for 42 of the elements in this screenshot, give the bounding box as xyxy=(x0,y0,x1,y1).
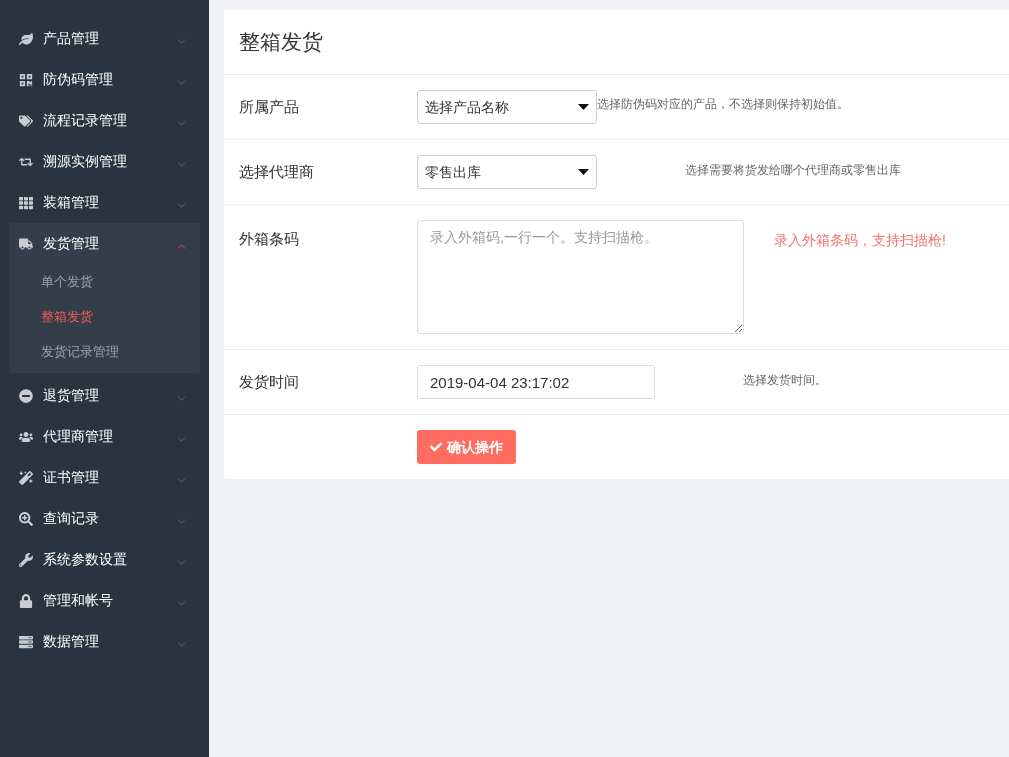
caret-down-icon xyxy=(578,104,589,110)
help-text: 选择需要将货发给哪个代理商或零售出库 xyxy=(685,162,901,179)
sidebar-item[interactable]: 退货管理 xyxy=(9,375,200,416)
page-title: 整箱发货 xyxy=(239,29,323,56)
sidebar-item[interactable]: 数据管理 xyxy=(9,621,200,662)
sidebar-item[interactable]: 装箱管理 xyxy=(9,182,200,223)
lock-icon xyxy=(19,593,33,608)
help-text: 录入外箱条码，支持扫描枪! xyxy=(774,231,946,250)
field-label: 选择代理商 xyxy=(239,161,315,182)
zoom-in-icon xyxy=(19,511,33,526)
sidebar-item[interactable]: 发货管理 xyxy=(9,223,200,264)
select-field[interactable]: 零售出库 xyxy=(417,155,597,189)
sidebar-item[interactable]: 产品管理 xyxy=(9,18,200,59)
grid-icon xyxy=(19,195,33,210)
help-text: 选择防伪码对应的产品，不选择则保持初始值。 xyxy=(597,96,849,113)
sidebar-item[interactable]: 查询记录 xyxy=(9,498,200,539)
users-icon xyxy=(19,429,33,444)
wrench-icon xyxy=(19,552,33,567)
tags-icon xyxy=(19,113,33,128)
sidebar-item[interactable]: 防伪码管理 xyxy=(9,59,200,100)
sidebar-item[interactable]: 溯源实例管理 xyxy=(9,141,200,182)
submenu-item[interactable]: 发货记录管理 xyxy=(9,334,200,369)
submenu-item[interactable]: 单个发货 xyxy=(9,264,200,299)
grid-squares-icon xyxy=(19,72,33,87)
select-field[interactable]: 选择产品名称 xyxy=(417,90,597,124)
truck-icon xyxy=(19,236,33,251)
field-label: 发货时间 xyxy=(239,371,300,392)
barcode-textarea[interactable]: 录入外箱码,一行一个。支持扫描枪。 xyxy=(417,220,744,334)
caret-down-icon xyxy=(578,169,589,175)
sidebar-item[interactable]: 系统参数设置 xyxy=(9,539,200,580)
server-icon xyxy=(19,634,33,649)
sidebar-item[interactable]: 管理和帐号 xyxy=(9,580,200,621)
leaf-icon xyxy=(19,31,33,46)
sidebar-item[interactable]: 代理商管理 xyxy=(9,416,200,457)
field-label: 所属产品 xyxy=(239,96,300,117)
date-input[interactable]: 2019-04-04 23:17:02 xyxy=(417,365,655,399)
check-icon xyxy=(430,441,442,453)
magic-wand-icon xyxy=(19,470,33,485)
field-label: 外箱条码 xyxy=(239,229,300,249)
sidebar-item[interactable]: 流程记录管理 xyxy=(9,100,200,141)
help-text: 选择发货时间。 xyxy=(743,372,827,389)
sidebar-item[interactable]: 证书管理 xyxy=(9,457,200,498)
